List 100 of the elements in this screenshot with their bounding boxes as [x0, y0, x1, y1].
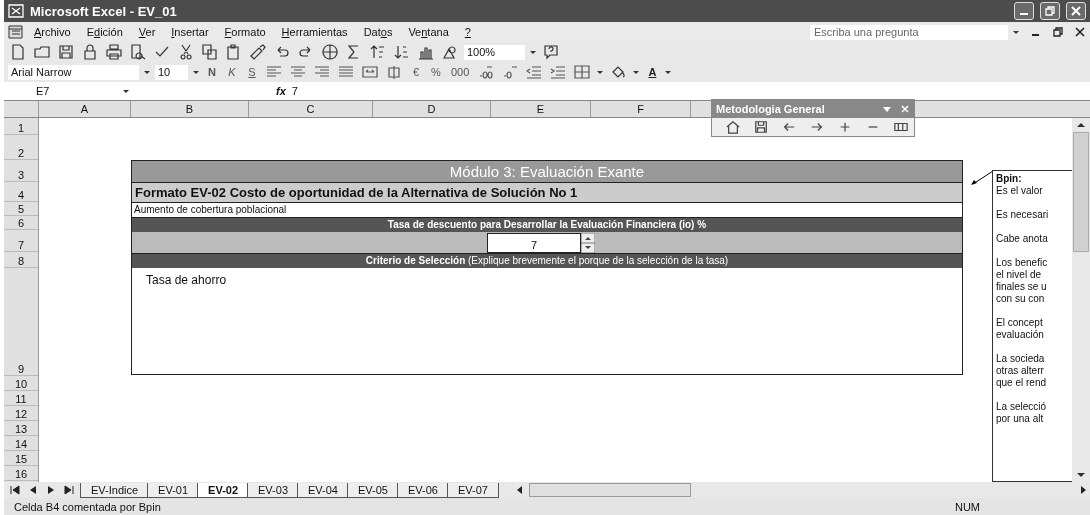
caret-icon[interactable] [143, 68, 151, 76]
grid-icon[interactable] [892, 120, 910, 134]
brush-icon[interactable] [250, 44, 266, 60]
minimize-button[interactable] [1014, 2, 1034, 20]
menu-item[interactable]: Ver [132, 26, 162, 38]
help-icon[interactable] [543, 44, 559, 60]
caret-icon[interactable] [192, 68, 200, 76]
home-icon[interactable] [724, 120, 742, 134]
print-preview-icon[interactable] [130, 44, 146, 60]
style-button[interactable]: S [244, 64, 260, 80]
row-header[interactable]: 7 [4, 230, 38, 252]
menu-item[interactable]: Herramientas [275, 26, 354, 38]
sheet-tab[interactable]: EV-Indice [80, 482, 150, 498]
caret-icon[interactable] [596, 68, 605, 76]
sheet-tab[interactable]: EV-07 [446, 482, 499, 498]
menu-item[interactable]: Archivo [28, 26, 77, 38]
caret-icon[interactable] [1012, 28, 1020, 36]
sheet-tab[interactable]: EV-05 [346, 482, 399, 498]
scissors-icon[interactable] [178, 44, 194, 60]
restore-icon[interactable] [1052, 26, 1064, 38]
row-header[interactable]: 1 [4, 118, 38, 135]
num-lock-indicator: NUM [954, 500, 980, 513]
help-search-field[interactable]: Escriba una pregunta [810, 24, 1008, 40]
close-button[interactable] [1066, 2, 1086, 20]
sheet-tab[interactable]: EV-04 [297, 482, 349, 498]
sheet-tab[interactable]: EV-02 [197, 482, 250, 498]
comment-text: Es necesari [996, 209, 1050, 221]
form-title: Módulo 3: Evaluación Exante [132, 161, 962, 183]
restore-button[interactable] [1040, 2, 1060, 20]
row-header[interactable]: 4 [4, 182, 38, 202]
chart-icon[interactable] [418, 44, 434, 60]
new-document-icon[interactable] [10, 44, 26, 60]
printer-icon[interactable] [106, 44, 122, 60]
caret-icon[interactable] [632, 68, 641, 76]
rate-input-field[interactable]: 7 [487, 232, 581, 253]
column-header[interactable]: B [131, 101, 249, 117]
number-format-button[interactable]: 000 [448, 64, 473, 80]
number-format-button[interactable]: € [408, 64, 424, 80]
outdent-icon[interactable] [526, 64, 543, 80]
folder-icon[interactable] [34, 44, 50, 60]
column-header[interactable]: C [249, 101, 373, 117]
menu-item[interactable]: Insertar [165, 26, 215, 38]
menu-item[interactable]: ? [458, 26, 477, 38]
row-header[interactable]: 8 [4, 252, 38, 268]
copy-icon[interactable] [202, 44, 218, 60]
answer-text[interactable]: Tasa de ahorro [146, 273, 227, 287]
increase-decimal-icon[interactable] [478, 64, 495, 80]
caret-icon[interactable] [529, 48, 537, 56]
lock-icon[interactable] [82, 44, 98, 60]
spin-button-icon[interactable] [581, 232, 595, 253]
drawing-icon[interactable] [442, 44, 458, 60]
column-header[interactable]: A [39, 101, 131, 117]
first-sheet-icon[interactable] [8, 484, 22, 496]
row-header[interactable]: 12 [4, 406, 38, 421]
workbook-icon[interactable] [8, 25, 24, 39]
menu-item[interactable]: Formato [218, 26, 272, 38]
column-header[interactable]: D [373, 101, 491, 117]
font-field[interactable]: Arial Narrow [8, 64, 139, 80]
indent-icon[interactable] [550, 64, 567, 80]
style-button[interactable]: K [224, 64, 240, 80]
fill-bucket-icon[interactable] [610, 64, 627, 80]
menu-item[interactable]: Edición [80, 26, 129, 38]
font-size-field[interactable]: 10 [155, 64, 188, 80]
row-header[interactable]: 15 [4, 451, 38, 466]
close-icon[interactable] [1074, 26, 1086, 38]
row-header[interactable]: 10 [4, 376, 38, 391]
row-header[interactable]: 11 [4, 391, 38, 406]
merge-cells-icon[interactable] [362, 64, 378, 80]
clipboard-icon[interactable] [226, 44, 242, 60]
column-header[interactable]: E [491, 101, 591, 117]
caret-icon[interactable] [664, 68, 673, 76]
caret-icon[interactable] [122, 87, 130, 95]
row-header[interactable]: 9 [4, 268, 38, 376]
row-header[interactable]: 2 [4, 135, 38, 160]
borders-icon[interactable] [574, 64, 591, 80]
last-sheet-icon[interactable] [62, 484, 76, 496]
sort-ascending-icon[interactable] [370, 44, 386, 60]
row-header[interactable]: 16 [4, 466, 38, 481]
zoom-field[interactable]: 100% [464, 44, 525, 60]
sheet-tab[interactable]: EV-01 [147, 482, 200, 498]
menu-item[interactable]: Ventana [402, 26, 455, 38]
globe-icon[interactable] [322, 44, 338, 60]
scroll-thumb[interactable] [1073, 132, 1089, 252]
row-header[interactable]: 13 [4, 421, 38, 436]
row-header[interactable]: 6 [4, 216, 38, 230]
decrease-decimal-icon[interactable] [502, 64, 519, 80]
row-header[interactable]: 14 [4, 436, 38, 451]
style-button[interactable]: N [204, 64, 220, 80]
menu-item[interactable]: Datos [357, 26, 399, 38]
font-color-button[interactable]: A [644, 64, 661, 80]
sheet-tab[interactable]: EV-06 [396, 482, 449, 498]
formula-field[interactable]: 7 [291, 85, 298, 97]
function-label[interactable]: fx [276, 85, 286, 97]
column-header[interactable]: F [591, 101, 691, 117]
sheet-tab[interactable]: EV-03 [247, 482, 299, 498]
scroll-thumb[interactable] [528, 483, 691, 497]
sort-descending-icon[interactable] [394, 44, 410, 60]
row-header[interactable]: 5 [4, 202, 38, 216]
number-format-button[interactable]: % [428, 64, 444, 80]
row-header[interactable]: 3 [4, 160, 38, 182]
